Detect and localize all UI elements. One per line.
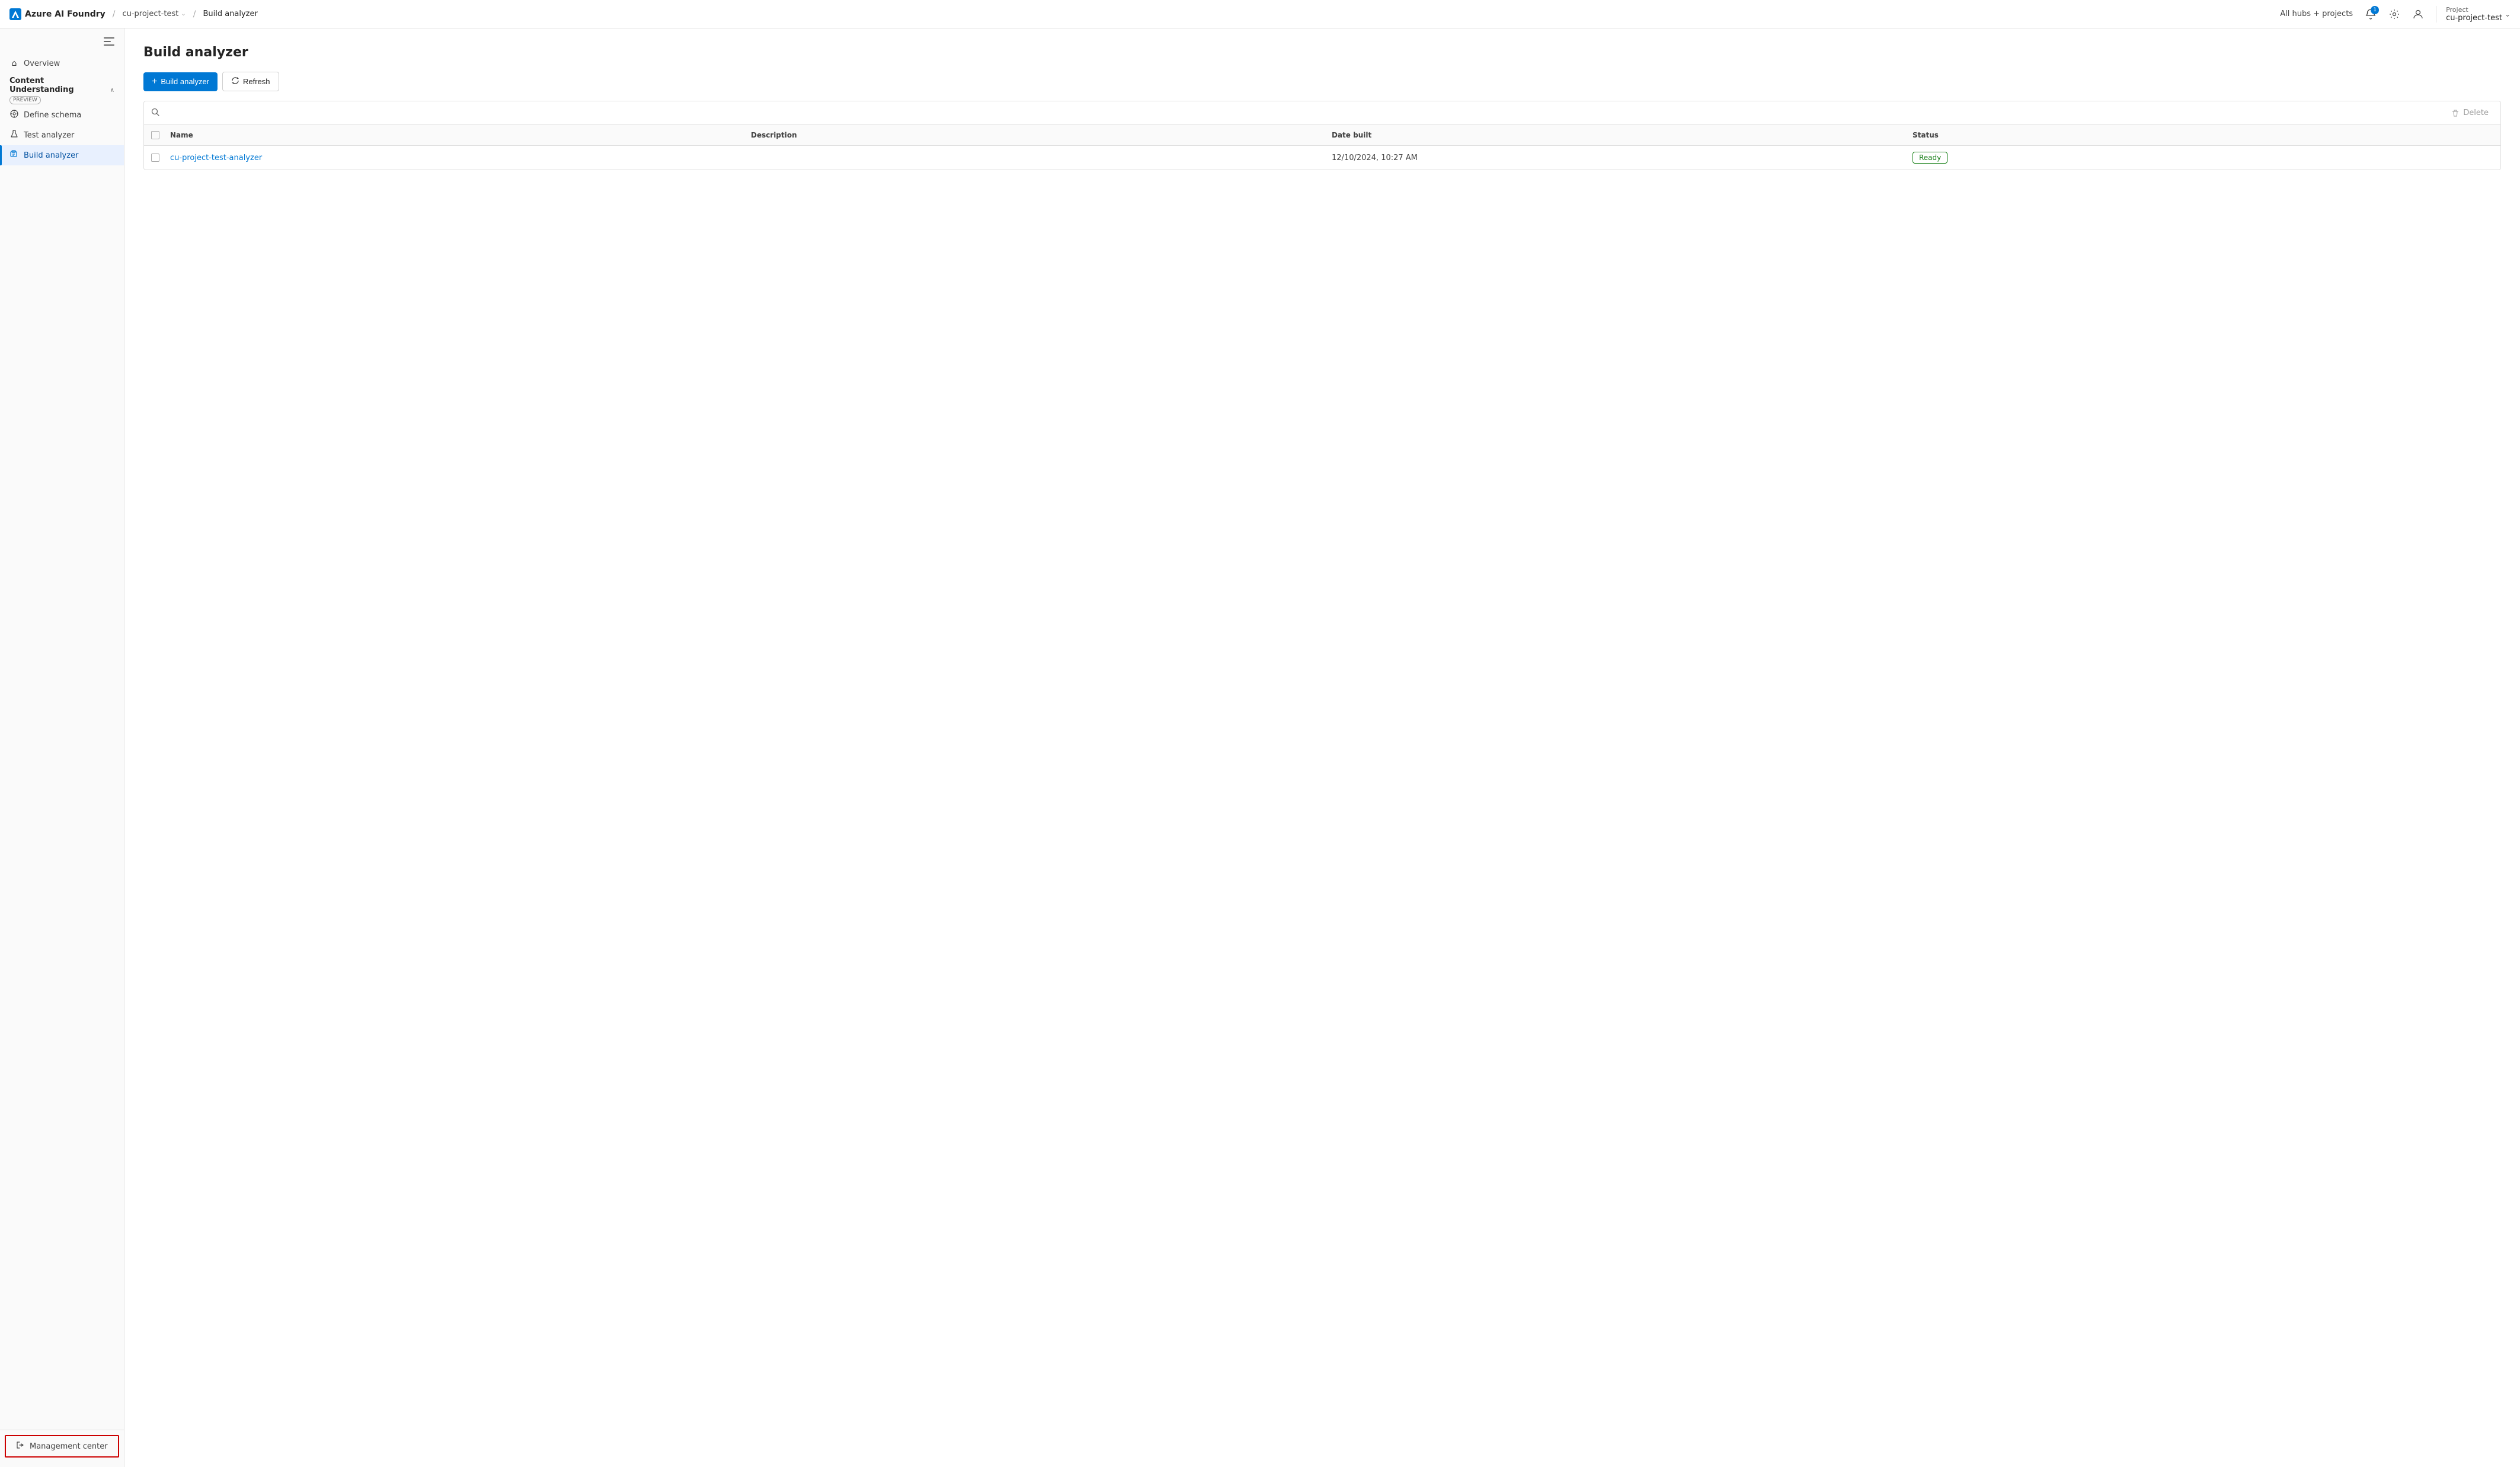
sidebar-item-overview[interactable]: ⌂ Overview (0, 54, 124, 73)
notifications-button[interactable]: 1 (2362, 6, 2379, 23)
col-header-date-built: Date built (1332, 131, 1913, 139)
breadcrumb-project[interactable]: cu-project-test ⌄ (122, 9, 186, 18)
sidebar-section-chevron-icon[interactable]: ∧ (110, 87, 114, 94)
sidebar-item-define-schema[interactable]: Define schema (0, 105, 124, 125)
select-all-checkbox[interactable] (151, 131, 159, 139)
settings-button[interactable] (2386, 6, 2403, 23)
brand[interactable]: Azure AI Foundry (9, 8, 105, 20)
table-container: Delete Name Description Date built Statu… (143, 101, 2501, 170)
app-layout: ⌂ Overview Content Understanding PREVIEW… (0, 28, 2520, 1467)
refresh-icon (231, 76, 239, 87)
project-selector[interactable]: Project cu-project-test ⌄ (2436, 6, 2511, 23)
search-input[interactable] (164, 108, 2447, 117)
analyzer-link[interactable]: cu-project-test-analyzer (170, 154, 262, 162)
sidebar-preview-badge: PREVIEW (9, 96, 41, 104)
table-row: cu-project-test-analyzer 12/10/2024, 10:… (144, 146, 2500, 170)
delete-label: Delete (2463, 108, 2489, 117)
col-header-status: Status (1913, 131, 2493, 139)
sidebar-item-build-analyzer[interactable]: Build analyzer (0, 145, 124, 165)
user-icon (2413, 9, 2423, 20)
page-title: Build analyzer (143, 45, 2501, 60)
col-header-name: Name (170, 131, 751, 139)
row-select (151, 154, 170, 162)
sidebar-item-overview-label: Overview (24, 59, 60, 68)
test-analyzer-icon (9, 130, 19, 140)
account-button[interactable] (2410, 6, 2426, 23)
main-content: Build analyzer + Build analyzer Refresh (124, 28, 2520, 1467)
search-icon (151, 108, 159, 119)
management-center-icon (15, 1441, 25, 1452)
brand-label: Azure AI Foundry (25, 9, 105, 19)
schema-icon (10, 110, 18, 118)
sidebar-toggle (0, 33, 124, 54)
sidebar-toggle-button[interactable] (101, 36, 117, 49)
define-schema-icon (9, 110, 19, 120)
sidebar-item-test-analyzer-label: Test analyzer (24, 131, 74, 140)
project-label: Project (2446, 6, 2502, 14)
col-header-description: Description (751, 131, 1332, 139)
build-analyzer-icon (9, 150, 19, 161)
status-badge: Ready (1913, 152, 1947, 164)
build-icon (10, 150, 18, 158)
table-header: Name Description Date built Status (144, 125, 2500, 146)
plus-icon: + (152, 76, 157, 87)
breadcrumb-sep2: / (193, 9, 196, 19)
row-status: Ready (1913, 152, 2493, 164)
project-chevron-icon: ⌄ (2505, 10, 2511, 18)
sidebar-item-test-analyzer[interactable]: Test analyzer (0, 125, 124, 145)
sidebar-item-define-schema-label: Define schema (24, 111, 81, 120)
management-center-button[interactable]: Management center (5, 1435, 119, 1458)
trash-icon (2451, 109, 2460, 117)
sidebar-item-build-analyzer-label: Build analyzer (24, 151, 78, 160)
breadcrumb-sep1: / (113, 9, 116, 19)
col-header-select (151, 131, 170, 139)
crumb-chevron-icon: ⌄ (181, 11, 186, 17)
refresh-button[interactable]: Refresh (222, 72, 279, 91)
brand-icon (9, 8, 21, 20)
exit-icon (16, 1441, 24, 1449)
topnav-right: All hubs + projects 1 (2280, 6, 2511, 23)
sidebar-section-label: Content Understanding (9, 76, 110, 94)
refresh-btn-label: Refresh (243, 77, 270, 86)
search-svg-icon (151, 108, 159, 116)
breadcrumb-page: Build analyzer (203, 9, 257, 18)
home-icon: ⌂ (9, 59, 19, 68)
flask-icon (10, 130, 18, 138)
toggle-sidebar-icon (104, 37, 114, 46)
row-date-built: 12/10/2024, 10:27 AM (1332, 154, 1913, 162)
row-checkbox[interactable] (151, 154, 159, 162)
build-btn-label: Build analyzer (161, 77, 209, 86)
project-name: cu-project-test (2446, 14, 2502, 23)
toolbar: + Build analyzer Refresh (143, 72, 2501, 91)
sidebar-bottom: Management center (0, 1430, 124, 1462)
management-center-label: Management center (30, 1442, 108, 1451)
refresh-svg-icon (231, 76, 239, 85)
search-row: Delete (144, 101, 2500, 125)
build-analyzer-button[interactable]: + Build analyzer (143, 72, 218, 91)
topnav-icons: 1 (2362, 6, 2426, 23)
search-input-wrap (151, 108, 2447, 119)
notif-badge: 1 (2371, 6, 2379, 14)
gear-icon (2389, 9, 2400, 20)
row-name: cu-project-test-analyzer (170, 153, 751, 162)
delete-button: Delete (2447, 106, 2493, 120)
sidebar: ⌂ Overview Content Understanding PREVIEW… (0, 28, 124, 1467)
topnav: Azure AI Foundry / cu-project-test ⌄ / B… (0, 0, 2520, 28)
sidebar-section-header: Content Understanding PREVIEW ∧ (0, 73, 124, 105)
all-hubs-link[interactable]: All hubs + projects (2280, 9, 2353, 18)
